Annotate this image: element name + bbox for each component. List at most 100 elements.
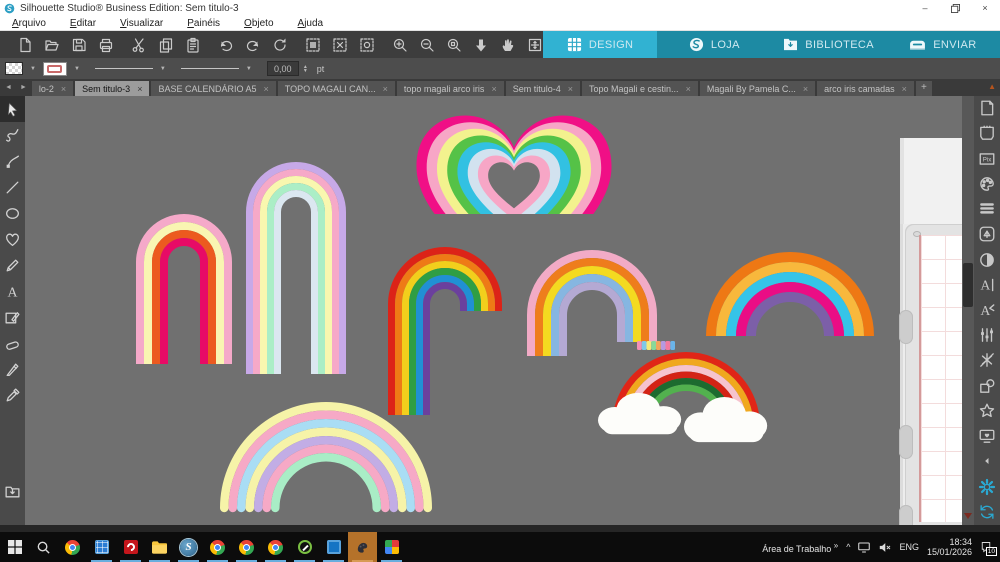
doc-tab[interactable]: Sem titulo-3× [75,81,149,96]
tab-close-icon[interactable]: × [803,84,808,94]
new-file-button[interactable] [16,36,33,53]
library-folder-button[interactable] [0,478,25,504]
taskbar-photos-mosaic-app[interactable] [377,532,406,562]
thickness-spinner[interactable]: ▲▼ [303,65,308,73]
taskbar-acrobat[interactable] [116,532,145,562]
tab-close-icon[interactable]: × [568,84,573,94]
taskbar-pen-app[interactable] [290,532,319,562]
mat-setup-panel-button[interactable] [977,124,997,142]
line-style-dropdown[interactable] [95,62,153,75]
sketch-tool-tool-button[interactable] [0,304,25,330]
tab-close-icon[interactable]: × [686,84,691,94]
mini-stripes-scrap[interactable] [637,337,675,346]
line-tool-tool-button[interactable] [0,174,25,200]
fill-lines-panel-button[interactable] [977,200,997,218]
taskbar-file-explorer[interactable] [145,532,174,562]
ribbon-tab-loja[interactable]: LOJA [657,31,771,58]
pastel-tall-arch-rainbow[interactable] [246,162,346,374]
doc-tab[interactable]: lo-2× [32,81,73,96]
modify-panel-button[interactable] [977,351,997,369]
heart-rainbow[interactable] [408,107,620,214]
tab-close-icon[interactable]: × [902,84,907,94]
doc-tab[interactable]: Magali By Pamela C...× [700,81,815,96]
thickness-input[interactable]: 0,00 [267,61,299,76]
network-icon[interactable] [858,542,870,553]
offset-star-panel-button[interactable] [977,402,997,420]
doc-tab[interactable]: topo magali arco iris× [397,81,504,96]
tab-close-icon[interactable]: × [61,84,66,94]
point-edit-tool-button[interactable] [0,148,25,174]
language-indicator[interactable]: ENG [899,542,919,552]
pixscan-panel-button[interactable]: Pix [977,149,997,167]
redo-button[interactable] [244,36,261,53]
select-all-button[interactable] [304,36,321,53]
color-palette-panel-button[interactable] [977,175,997,193]
pencil-tool-tool-button[interactable] [0,252,25,278]
doc-tabs-back-arrow[interactable]: ◄ [2,84,15,91]
ellipse-tool-tool-button[interactable] [0,200,25,226]
select-arrow-tool-button[interactable] [0,96,25,122]
transform-panel-button[interactable] [977,326,997,344]
tab-close-icon[interactable]: × [264,84,269,94]
glyphs-panel-button[interactable]: A [977,301,997,319]
tab-close-icon[interactable]: × [137,84,142,94]
restore-button[interactable] [940,0,970,16]
notification-center[interactable]: 10 [980,541,992,553]
taskbar-chrome-3[interactable] [232,532,261,562]
trace-panel-button[interactable] [977,225,997,243]
print-button[interactable] [97,36,114,53]
doc-tab[interactable]: BASE CALENDÁRIO A5× [151,81,275,96]
tab-close-icon[interactable]: × [491,84,496,94]
ribbon-tab-enviar[interactable]: ENVIAR [886,31,1000,58]
taskbar-blue-window-app[interactable] [319,532,348,562]
taskbar-paint-app[interactable] [348,532,377,562]
replicate-panel-button[interactable] [977,377,997,395]
contrast-panel-button[interactable] [977,250,997,268]
tab-overflow-arrow[interactable]: ▲ [988,82,996,91]
line-weight-dropdown[interactable] [181,62,239,75]
taskbar-start[interactable] [0,532,29,562]
eraser-tool-tool-button[interactable] [0,330,25,356]
close-button[interactable]: × [970,0,1000,16]
heart-shape-tool-tool-button[interactable] [0,226,25,252]
text-tool-tool-button[interactable]: A [0,278,25,304]
sync-button[interactable] [977,503,997,521]
freehand-draw-tool-button[interactable] [0,122,25,148]
zoom-selection-button[interactable] [445,36,462,53]
zoom-in-button[interactable] [391,36,408,53]
taskbar-chrome-4[interactable] [261,532,290,562]
scrollbar-down-arrow[interactable] [964,513,972,519]
taskbar-silhouette-studio[interactable]: S [174,532,203,562]
zoom-out-button[interactable] [418,36,435,53]
save-button[interactable] [70,36,87,53]
line-weight-caret[interactable]: ▼ [246,66,252,72]
paste-button[interactable] [184,36,201,53]
taskbar-chrome-2[interactable] [203,532,232,562]
taskbar-blue-grid-app[interactable] [87,532,116,562]
cloud-right[interactable] [684,396,768,444]
desktop-label[interactable]: Área de Trabalho » [762,541,838,554]
tray-expand-chevron[interactable]: ^ [846,542,850,552]
bold-semicircle-rainbow[interactable] [706,252,874,336]
design-canvas[interactable] [25,96,962,525]
doc-tab[interactable]: Topo Magali e cestin...× [582,81,698,96]
copy-button[interactable] [157,36,174,53]
cloud-left[interactable] [598,392,682,436]
text-style-panel-button[interactable]: A [977,276,997,294]
scrollbar-thumb[interactable] [963,263,973,307]
menu-paineis[interactable]: Painéis [175,18,232,29]
page-preview[interactable] [900,138,962,525]
fill-transparent-swatch[interactable] [5,62,23,75]
ribbon-tab-design[interactable]: DESIGN [543,31,657,58]
menu-arquivo[interactable]: Arquivo [0,18,58,29]
line-style-caret[interactable]: ▼ [160,66,166,72]
taskbar-search[interactable] [29,532,58,562]
open-folder-button[interactable] [43,36,60,53]
volume-muted-icon[interactable] [878,542,891,553]
knife-tool-tool-button[interactable] [0,356,25,382]
taskbar-chrome-1[interactable] [58,532,87,562]
new-tab-button[interactable]: + [916,81,932,96]
line-color-swatch[interactable] [43,62,67,76]
rainbow-cane[interactable] [388,247,502,415]
fill-dropdown-caret[interactable]: ▼ [30,66,36,72]
